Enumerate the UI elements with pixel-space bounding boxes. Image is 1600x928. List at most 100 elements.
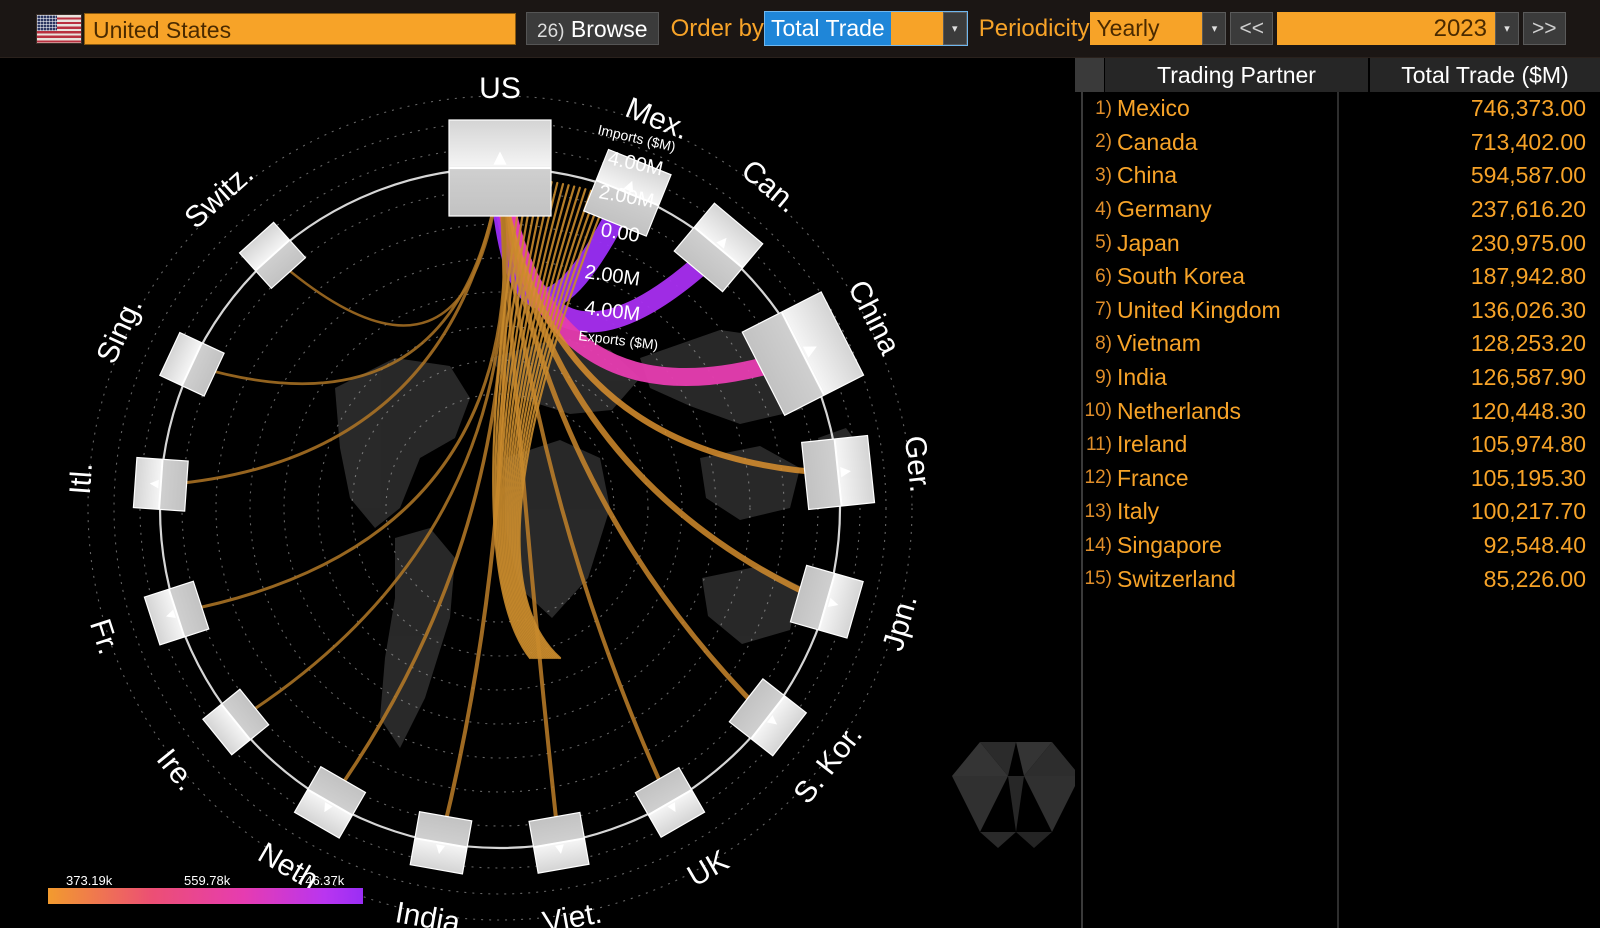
chevron-down-icon[interactable]: ▾ xyxy=(942,12,967,45)
periodicity-select[interactable]: Yearly ▾ xyxy=(1090,12,1227,45)
table-row[interactable]: 3) China 594,587.00 xyxy=(1075,159,1600,193)
row-partner-name[interactable]: Singapore xyxy=(1117,532,1372,559)
row-rank: 13) xyxy=(1084,500,1112,522)
axis-tick-bot-1: 2.00M xyxy=(583,261,641,291)
row-partner-name[interactable]: Canada xyxy=(1117,129,1372,156)
trading-partner-table[interactable]: Trading Partner Total Trade ($M) 1) Mexic… xyxy=(1075,58,1600,928)
order-by-select[interactable]: Total Trade ▾ xyxy=(763,11,968,46)
chord-node-label: Itl. xyxy=(64,462,99,496)
table-row[interactable]: 6) South Korea 187,942.80 xyxy=(1075,260,1600,294)
row-partner-name[interactable]: India xyxy=(1117,364,1372,391)
table-body: 1) Mexico 746,373.00 2) Canada 713,402.00 3) Ch… xyxy=(1075,92,1600,596)
row-total-trade: 105,974.80 xyxy=(1470,431,1586,458)
table-row[interactable]: 13) Italy 100,217.70 xyxy=(1075,495,1600,529)
row-total-trade: 230,975.00 xyxy=(1470,229,1586,256)
table-row[interactable]: 7) United Kingdom 136,026.30 xyxy=(1075,294,1600,328)
table-row[interactable]: 10) Netherlands 120,448.30 xyxy=(1075,394,1600,428)
table-row[interactable]: 12) France 105,195.30 xyxy=(1075,462,1600,496)
table-row[interactable]: 2) Canada 713,402.00 xyxy=(1075,126,1600,160)
chord-node[interactable] xyxy=(634,766,706,839)
order-by-value[interactable]: Total Trade xyxy=(763,11,892,46)
row-partner-name[interactable]: France xyxy=(1117,465,1372,492)
table-row[interactable]: 11) Ireland 105,974.80 xyxy=(1075,428,1600,462)
chord-node-label: China xyxy=(841,275,906,360)
chord-node[interactable] xyxy=(448,119,552,217)
chord-node[interactable] xyxy=(409,811,473,875)
table-row[interactable]: 4) Germany 237,616.20 xyxy=(1075,193,1600,227)
row-rank: 11) xyxy=(1085,433,1112,455)
browse-number: 26) xyxy=(537,21,565,42)
row-partner-name[interactable]: United Kingdom xyxy=(1117,297,1372,324)
chord-node-label: India xyxy=(393,896,463,928)
header-trading-partner[interactable]: Trading Partner xyxy=(1105,58,1370,92)
legend-tick-labels: 373.19k 559.78k 746.37k xyxy=(48,868,363,888)
table-row[interactable]: 8) Vietnam 128,253.20 xyxy=(1075,327,1600,361)
row-total-trade: 128,253.20 xyxy=(1470,330,1586,357)
row-rank: 5) xyxy=(1095,232,1112,254)
next-period-button[interactable]: >> xyxy=(1522,12,1566,45)
chord-node[interactable] xyxy=(293,765,367,839)
row-partner-name[interactable]: Germany xyxy=(1117,196,1372,223)
chord-node[interactable] xyxy=(800,434,876,511)
chevron-down-icon-2[interactable]: ▾ xyxy=(1202,12,1227,45)
chord-node-label: Viet. xyxy=(540,897,604,928)
row-total-trade: 100,217.70 xyxy=(1470,498,1586,525)
row-rank: 8) xyxy=(1095,332,1112,354)
row-total-trade: 237,616.20 xyxy=(1470,196,1586,223)
chord-node[interactable] xyxy=(143,580,210,646)
chord-node[interactable] xyxy=(528,811,590,874)
chord-node-label: Ire. xyxy=(150,743,203,797)
row-total-trade: 92,548.40 xyxy=(1483,532,1586,559)
prev-period-button[interactable]: << xyxy=(1230,12,1273,45)
row-partner-name[interactable]: Mexico xyxy=(1117,95,1372,122)
table-row[interactable]: 1) Mexico 746,373.00 xyxy=(1075,92,1600,126)
chord-node-label: Jpn. xyxy=(877,591,924,655)
chevron-down-icon-3[interactable]: ▾ xyxy=(1494,12,1519,45)
row-partner-name[interactable]: Vietnam xyxy=(1117,330,1372,357)
row-rank: 14) xyxy=(1084,534,1112,556)
row-total-trade: 713,402.00 xyxy=(1470,128,1586,155)
browse-button[interactable]: 26) Browse xyxy=(526,12,659,45)
us-flag-icon xyxy=(36,13,82,44)
row-rank: 3) xyxy=(1095,164,1112,186)
country-input[interactable]: United States xyxy=(84,12,516,45)
chord-node-label: Ger. xyxy=(898,434,937,494)
header-total-trade[interactable]: Total Trade ($M) xyxy=(1370,58,1600,92)
legend-tick-2: 746.37k xyxy=(298,873,345,888)
chord-node[interactable] xyxy=(202,688,270,756)
app-root: United States 26) Browse Order by Total … xyxy=(0,0,1600,928)
chord-node[interactable] xyxy=(789,564,864,639)
row-partner-name[interactable]: Japan xyxy=(1117,230,1372,257)
browse-label: Browse xyxy=(570,16,648,42)
chord-node[interactable] xyxy=(159,331,225,397)
row-total-trade: 105,195.30 xyxy=(1470,464,1586,491)
row-rank: 15) xyxy=(1084,568,1112,590)
legend-gradient-bar xyxy=(48,888,363,904)
table-row[interactable]: 9) India 126,587.90 xyxy=(1075,361,1600,395)
row-partner-name[interactable]: Switzerland xyxy=(1117,566,1372,593)
chord-node[interactable] xyxy=(132,456,189,512)
row-partner-name[interactable]: Ireland xyxy=(1117,431,1372,458)
chord-node-label: Can. xyxy=(735,154,805,220)
year-select[interactable]: 2023 ▾ xyxy=(1276,12,1519,45)
row-rank: 9) xyxy=(1095,366,1112,388)
row-rank: 10) xyxy=(1084,400,1112,422)
row-partner-name[interactable]: China xyxy=(1117,162,1372,189)
periodicity-value[interactable]: Yearly xyxy=(1090,12,1203,45)
table-row[interactable]: 15) Switzerland 85,226.00 xyxy=(1075,562,1600,596)
chord-node-label: S. Kor. xyxy=(787,719,868,810)
row-total-trade: 746,373.00 xyxy=(1470,95,1586,122)
row-total-trade: 136,026.30 xyxy=(1470,296,1586,323)
row-total-trade: 594,587.00 xyxy=(1470,162,1586,189)
row-partner-name[interactable]: South Korea xyxy=(1117,263,1372,290)
row-rank: 1) xyxy=(1095,97,1112,119)
chord-node-label: Switz. xyxy=(178,157,260,235)
table-row[interactable]: 14) Singapore 92,548.40 xyxy=(1075,529,1600,563)
order-by-label: Order by xyxy=(670,14,764,42)
chord-node-label: UK xyxy=(682,844,735,893)
chord-diagram-panel[interactable]: US Mex. Can. China Ger. Jpn. S. Kor. UK Viet. Ind… xyxy=(0,58,1075,928)
year-value[interactable]: 2023 xyxy=(1276,12,1495,45)
row-partner-name[interactable]: Italy xyxy=(1117,498,1372,525)
row-partner-name[interactable]: Netherlands xyxy=(1117,398,1372,425)
table-row[interactable]: 5) Japan 230,975.00 xyxy=(1075,226,1600,260)
